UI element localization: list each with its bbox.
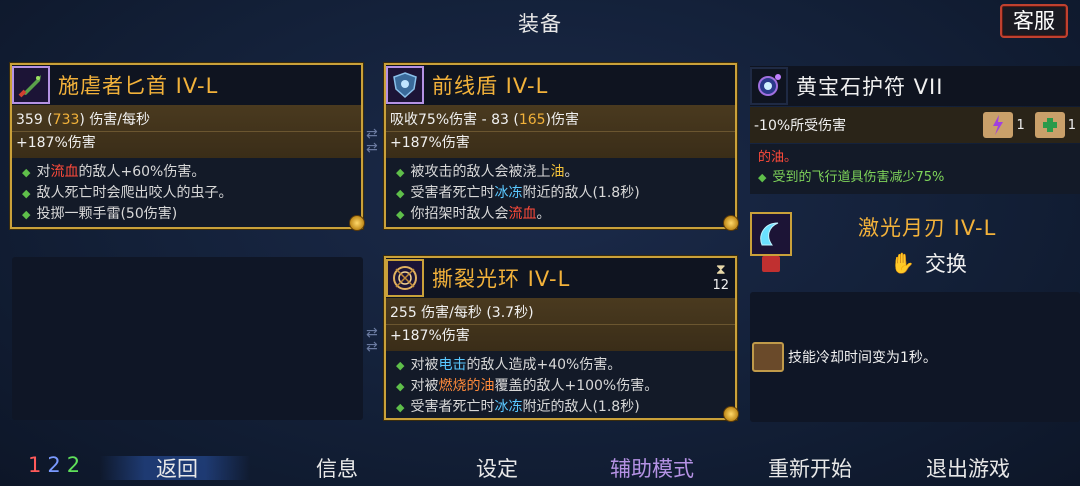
settings-button[interactable]: 设定 — [476, 453, 518, 483]
effect-line: ◆ 敌人死亡时会爬出咬人的虫子。 — [22, 185, 233, 201]
corner-ornament — [723, 215, 739, 231]
item-stats: 255 伤害/每秒 (3.7秒) +187%伤害 — [386, 298, 735, 351]
effect-line: 的油。 — [758, 150, 798, 165]
item-name: 施虐者匕首 IV-L — [58, 74, 219, 98]
skill-name: 激光月刃 IV-L — [858, 216, 997, 240]
corner-ornament — [723, 406, 739, 422]
scroll-slot: 1 — [983, 112, 1025, 138]
loadout-slot-3[interactable]: 2 — [67, 453, 86, 477]
dps-crit-value: 733 — [52, 112, 80, 128]
dps-unit: 伤害/每秒 — [89, 112, 151, 128]
aura-icon — [386, 259, 424, 297]
loadout-slot-1[interactable]: 1 — [28, 453, 47, 477]
effect-line: ◆ 投掷一颗手雷(50伤害) — [22, 206, 178, 222]
item-stats: 吸收75%伤害 - 83 (165)伤害 +187%伤害 — [386, 105, 735, 158]
amulet-header[interactable]: 黄宝石护符 VII — [750, 66, 1080, 106]
restart-button[interactable]: 重新开始 — [768, 453, 852, 483]
item-card-aura[interactable]: 撕裂光环 IV-L ⧗ 12 255 伤害/每秒 (3.7秒) +187%伤害 … — [384, 256, 739, 422]
effect-line: ◆ 受害者死亡时冰冻附近的敌人(1.8秒) — [396, 399, 640, 415]
amulet-effects: 的油。 ◆ 受到的飞行道具伤害减少75% — [750, 144, 1080, 194]
assist-mode-button[interactable]: 辅助模式 — [610, 453, 694, 483]
corner-ornament — [349, 215, 365, 231]
amulet-icon — [750, 67, 788, 105]
loadout-slot-2[interactable]: 2 — [47, 453, 66, 477]
cooldown-text: 技能冷却时间变为1秒。 — [788, 350, 937, 366]
effect-line: ◆ 你招架时敌人会流血。 — [396, 206, 551, 222]
dps-value: 359 — [16, 112, 43, 128]
scroll-count: 1 — [1067, 117, 1076, 133]
scroll-lightning-icon — [983, 112, 1014, 138]
laser-moon-blade-icon — [750, 212, 792, 256]
skill-tag-icon — [762, 256, 780, 272]
loadout-slots: 122 — [28, 453, 86, 477]
item-stats: 359 (733) 伤害/每秒 +187%伤害 — [12, 105, 361, 158]
scroll-count: 1 — [1016, 117, 1025, 133]
damage-bonus: +187%伤害 — [390, 328, 470, 344]
customer-service-button[interactable]: 客服 — [1000, 4, 1068, 38]
cooldown-skill-icon — [752, 342, 784, 372]
effect-line: ◆ 对流血的敌人+60%伤害。 — [22, 164, 206, 180]
swap-label: 交换 — [924, 252, 967, 276]
swap-arrows-icon: ⇄ ⇄ — [366, 325, 378, 355]
shield-icon — [386, 66, 424, 104]
block-unit: 伤害 — [551, 112, 580, 128]
swap-arrows-icon: ⇄ ⇄ — [366, 126, 378, 156]
scroll-slot: 1 — [1034, 112, 1076, 138]
skill-laser-moon-blade[interactable]: 激光月刃 IV-L ✋ 交换 — [750, 210, 1080, 280]
effect-line: ◆ 对被电击的敌人造成+40%伤害。 — [396, 357, 622, 373]
amulet-name: 黄宝石护符 VII — [796, 75, 944, 99]
item-effects: ◆ 对流血的敌人+60%伤害。 ◆ 敌人死亡时会爬出咬人的虫子。 ◆ 投掷一颗手雷(5… — [12, 158, 361, 229]
item-card-shield[interactable]: 前线盾 IV-L 吸收75%伤害 - 83 (165)伤害 +187%伤害 ◆ 被… — [384, 63, 739, 231]
damage-reduction: -10%所受伤害 — [754, 118, 847, 134]
scroll-heal-icon — [1034, 112, 1065, 138]
item-name: 撕裂光环 IV-L — [432, 267, 571, 291]
item-card-dagger[interactable]: 施虐者匕首 IV-L 359 (733) 伤害/每秒 +187%伤害 ◆ 对流血的… — [10, 63, 365, 231]
amulet-stat: -10%所受伤害 1 1 — [750, 107, 1080, 143]
back-button[interactable]: 返回 — [156, 453, 198, 483]
cooldown-timer: ⧗ 12 — [712, 262, 729, 293]
item-effects: ◆ 被攻击的敌人会被浇上油。 ◆ 受害者死亡时冰冻附近的敌人(1.8秒) ◆ 你招架时… — [386, 158, 735, 229]
info-button[interactable]: 信息 — [316, 453, 358, 483]
bottom-nav: 122 返回 信息 设定 辅助模式 重新开始 退出游戏 — [0, 450, 1080, 486]
item-effects: ◆ 对被电击的敌人造成+40%伤害。 ◆ 对被燃烧的油覆盖的敌人+100%伤害。 ◆… — [386, 351, 735, 422]
effect-line: ◆ 被攻击的敌人会被浇上油。 — [396, 164, 579, 180]
cooldown-panel: 技能冷却时间变为1秒。 — [750, 292, 1080, 422]
quit-game-button[interactable]: 退出游戏 — [926, 453, 1010, 483]
effect-line: ◆ 受到的飞行道具伤害减少75% — [758, 170, 945, 185]
effect-line: ◆ 受害者死亡时冰冻附近的敌人(1.8秒) — [396, 185, 640, 201]
damage-bonus: +187%伤害 — [390, 135, 470, 151]
damage-bonus: +187%伤害 — [16, 135, 96, 151]
hourglass-icon: ⧗ — [715, 262, 726, 278]
dagger-icon — [12, 66, 50, 104]
timer-value: 12 — [712, 278, 729, 293]
effect-line: ◆ 对被燃烧的油覆盖的敌人+100%伤害。 — [396, 378, 659, 394]
empty-equipment-slot[interactable] — [12, 257, 363, 420]
swap-button[interactable]: ✋ 交换 — [890, 248, 967, 278]
page-title: 装备 — [518, 12, 562, 36]
block-value: 吸收75%伤害 - 83 — [390, 112, 509, 128]
dps-value: 255 伤害/每秒 (3.7秒) — [390, 305, 534, 321]
item-name: 前线盾 IV-L — [432, 74, 549, 98]
swap-glove-icon: ✋ — [890, 251, 915, 275]
block-crit-value: 165 — [518, 112, 546, 128]
